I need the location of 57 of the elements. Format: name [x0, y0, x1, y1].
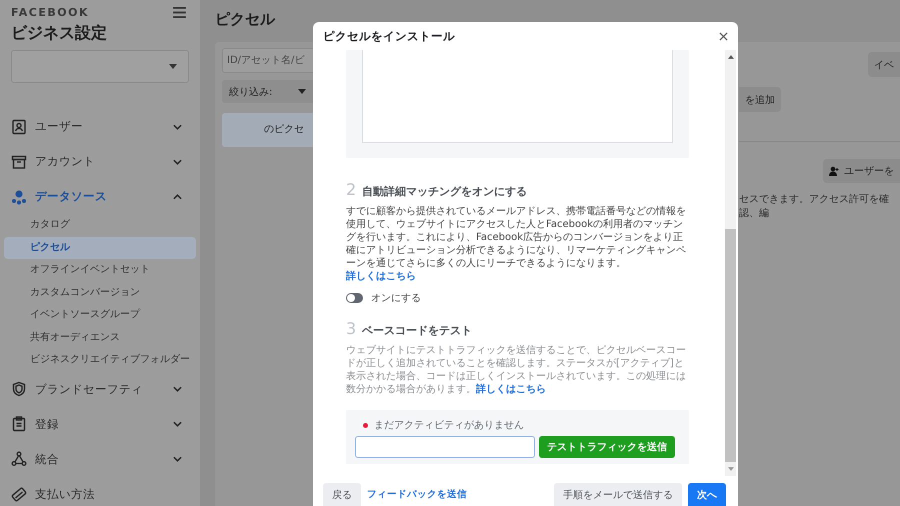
step-title: 自動詳細マッチングをオンにする [362, 184, 528, 199]
next-button[interactable]: 次へ [688, 483, 726, 506]
nav-subitem[interactable]: オフラインイベントセット [4, 259, 196, 282]
clipboard-icon [11, 416, 27, 432]
access-note: セスできます。アクセス許可を確認、編 [739, 193, 890, 221]
caret-icon [169, 64, 177, 69]
add-person-icon [829, 166, 839, 176]
scroll-up-icon[interactable] [728, 55, 734, 59]
learn-more-link[interactable]: 詳しくはこちら [476, 384, 546, 395]
card-icon [11, 486, 27, 502]
back-button[interactable]: 戻る [323, 483, 361, 506]
triangle-nodes-icon [11, 451, 27, 467]
url-input-field[interactable] [355, 436, 535, 458]
nav-subitem[interactable]: カスタムコンバージョン [4, 282, 196, 304]
nav-subitem[interactable]: カタログ [4, 214, 196, 236]
step-number: 3 [346, 319, 356, 338]
box-icon [11, 154, 27, 170]
scrollbar[interactable] [725, 50, 736, 476]
step-description: すでに顧客から提供されているメールアドレス、携帯電話番号などの情報を使用して、ウェブサイトにアクセスした人とFacebookの利用者のマッチングを行います。これにより、Facebook広告からのコンバージョンをより正確にアトリビューション分析できるようになり、リマーケティングキャンペーンを通じてさらに多くの人にリーチできるようになります。 詳しくはこちら [346, 205, 687, 283]
close-icon[interactable] [719, 32, 728, 40]
add-user-button[interactable]: ユーザーを [823, 159, 900, 183]
nav-subitem[interactable]: ピクセル [4, 236, 196, 259]
brand-label: FACEBOOK [11, 6, 89, 19]
nav-item[interactable]: 支払い方法 [0, 476, 200, 506]
scroll-down-icon[interactable] [728, 467, 734, 471]
nav-item[interactable]: 統合 [0, 442, 200, 476]
menu-icon[interactable] [173, 7, 186, 18]
feedback-link[interactable]: フィードバックを送信 [367, 488, 467, 500]
step-title: ベースコードをテスト [362, 323, 472, 338]
id-card-icon [11, 118, 27, 134]
nav-item[interactable]: ユーザー [0, 109, 200, 144]
shield-icon [11, 381, 27, 397]
step-description: ウェブサイトにテストトラフィックを送信することで、ピクセルベースコードが正しく追加されていることを確認します。ステータスが[アクティブ]と表示された場合、コードは正しくインストールされています。この処理には数分かかる場合があります。詳しくはこちら [346, 344, 687, 396]
toggle-switch[interactable] [346, 293, 363, 303]
nav-item[interactable]: データソース [0, 179, 200, 214]
events-button[interactable]: イベ [868, 52, 900, 77]
filter-dropdown[interactable]: 絞り込み: [222, 80, 313, 103]
nav-item[interactable]: ブランドセーフティ [0, 372, 200, 406]
learn-more-link[interactable]: 詳しくはこちら [346, 271, 416, 282]
email-button[interactable]: 手順をメールで送信する [554, 483, 682, 506]
send-test-button[interactable]: テストトラフィックを送信 [539, 436, 675, 458]
pixel-list-item[interactable]: のピクセ [222, 113, 313, 147]
network-icon [11, 188, 27, 204]
step-number: 2 [346, 180, 356, 199]
toggle-label: オンにする [371, 292, 421, 305]
search-field[interactable]: ID/アセット名/ビ [222, 48, 313, 73]
nav-item[interactable]: アカウント [0, 144, 200, 179]
dialog-title: ピクセルをインストール [323, 28, 455, 44]
sidebar-title: ビジネス設定 [10, 22, 108, 44]
nav-subitem[interactable]: イベントソースグループ [4, 304, 196, 326]
nav-subitem[interactable]: 共有オーディエンス [4, 326, 196, 349]
nav-item[interactable]: 登録 [0, 406, 200, 442]
nav-subitem[interactable]: ビジネスクリエイティブフォルダー [4, 349, 196, 372]
caret-icon [298, 89, 306, 94]
status-text: まだアクティビティがありません [374, 419, 524, 432]
page-title: ピクセル [215, 10, 275, 30]
add-button[interactable]: を追加 [739, 87, 781, 112]
